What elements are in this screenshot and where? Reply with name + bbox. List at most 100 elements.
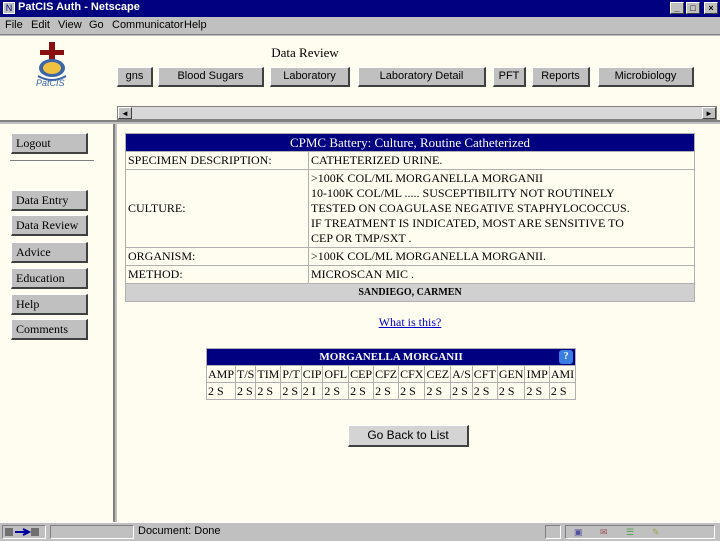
logo-text: PatCIS: [36, 78, 65, 88]
result-cell: 2 S: [425, 383, 451, 399]
result-cell: 2 S: [323, 383, 349, 399]
culture-line: 10-100K COL/ML ..... SUSCEPTIBILITY NOT …: [311, 186, 615, 200]
table-row: METHOD: MICROSCAN MIC .: [126, 266, 694, 283]
what-is-this-link[interactable]: What is this?: [125, 315, 695, 330]
sidebar-item-help[interactable]: Help: [11, 294, 88, 315]
tab-laboratory-detail[interactable]: Laboratory Detail: [358, 67, 486, 87]
row-label: CULTURE:: [126, 170, 308, 247]
menu-bar: File Edit View Go Communicator Help: [0, 17, 720, 35]
menu-help[interactable]: Help: [184, 19, 207, 31]
culture-line: >100K COL/ML MORGANELLA MORGANII: [311, 171, 543, 185]
antibiotic-cell: P/T: [281, 366, 301, 382]
result-cell: 2 S: [549, 383, 576, 399]
culture-result-table: CPMC Battery: Culture, Routine Catheteri…: [125, 133, 695, 302]
navigator-icon[interactable]: ▣: [574, 527, 583, 538]
sidebar-divider: [10, 160, 94, 163]
table-row: ORGANISM: >100K COL/ML MORGANELLA MORGAN…: [126, 248, 694, 265]
close-button[interactable]: ×: [704, 2, 718, 14]
susceptibility-table: MORGANELLA MORGANII ? AMP T/S TIM P/T CIP OFL…: [206, 348, 577, 400]
result-cell: 2 S: [349, 383, 374, 399]
composer-icon[interactable]: ✎: [652, 527, 660, 538]
tab-reports[interactable]: Reports: [532, 67, 590, 87]
sidebar-item-advice[interactable]: Advice: [11, 242, 88, 263]
menu-edit[interactable]: Edit: [31, 19, 50, 31]
antibiotic-cell: CFZ: [374, 366, 399, 382]
antibiotic-cell: CIP: [301, 366, 323, 382]
antibiotic-cell: CFX: [399, 366, 425, 382]
tab-signs[interactable]: gns: [117, 67, 153, 87]
tab-laboratory[interactable]: Laboratory: [270, 67, 350, 87]
menu-view[interactable]: View: [58, 19, 82, 31]
netscape-app-icon[interactable]: N: [3, 2, 15, 14]
tab-blood-sugars[interactable]: Blood Sugars: [158, 67, 264, 87]
tab-scrollbar[interactable]: ◄ ►: [117, 106, 717, 120]
sidebar-item-comments[interactable]: Comments: [11, 319, 88, 340]
result-cell: 2 S: [374, 383, 399, 399]
result-cell: 2 I: [301, 383, 323, 399]
result-cell: 2 S: [472, 383, 497, 399]
status-text: Document: Done: [138, 525, 221, 537]
minimize-button[interactable]: _: [670, 2, 684, 14]
scroll-right-icon[interactable]: ►: [702, 107, 716, 119]
tab-microbiology[interactable]: Microbiology: [598, 67, 694, 87]
go-back-to-list-button[interactable]: Go Back to List: [348, 425, 469, 447]
row-label: METHOD:: [126, 266, 308, 283]
scroll-left-icon[interactable]: ◄: [118, 107, 132, 119]
antibiotic-cell: A/S: [451, 366, 472, 382]
result-cell: 2 S: [281, 383, 301, 399]
culture-line: CEP OR TMP/SXT .: [311, 231, 412, 245]
info-icon[interactable]: ?: [559, 350, 574, 364]
antibiotic-cell: T/S: [236, 366, 256, 382]
result-cell: 2 S: [525, 383, 549, 399]
mail-icon[interactable]: ✉: [600, 527, 608, 538]
result-cell: 2 S: [497, 383, 525, 399]
row-label: SPECIMEN DESCRIPTION:: [126, 152, 308, 169]
menu-go[interactable]: Go: [89, 19, 104, 31]
antibiotic-cell: CEP: [349, 366, 374, 382]
connection-icon: [2, 525, 46, 539]
result-cell: 2 S: [236, 383, 256, 399]
table-row: CULTURE: >100K COL/ML MORGANELLA MORGANI…: [126, 170, 694, 247]
result-cell: 2 S: [207, 383, 236, 399]
component-bar: ▣ ✉ ☰ ✎: [565, 525, 715, 539]
row-label: ORGANISM:: [126, 248, 308, 265]
sidebar-item-data-entry[interactable]: Data Entry: [11, 190, 88, 211]
maximize-button[interactable]: □: [686, 2, 700, 14]
discussion-icon[interactable]: ☰: [626, 527, 634, 538]
page-title: Data Review: [271, 45, 339, 60]
antibiotic-cell: GEN: [497, 366, 525, 382]
what-is-this-link-text[interactable]: What is this?: [379, 315, 442, 329]
sidebar-item-education[interactable]: Education: [11, 268, 88, 289]
security-lock-icon[interactable]: [545, 525, 561, 539]
antibiotic-cell: CEZ: [425, 366, 451, 382]
culture-line: TESTED ON COAGULASE NEGATIVE STAPHYLOCOC…: [311, 201, 630, 215]
row-value: MICROSCAN MIC .: [309, 266, 694, 283]
table-row: SPECIMEN DESCRIPTION: CATHETERIZED URINE…: [126, 152, 694, 169]
culture-table-title: CPMC Battery: Culture, Routine Catheteri…: [126, 134, 694, 151]
result-cell: 2 S: [451, 383, 472, 399]
tab-pft[interactable]: PFT: [493, 67, 526, 87]
row-value: CATHETERIZED URINE.: [309, 152, 694, 169]
culture-value: >100K COL/ML MORGANELLA MORGANII 10-100K…: [309, 170, 694, 247]
antibiotic-cell: OFL: [323, 366, 349, 382]
organism-name: MORGANELLA MORGANII: [319, 351, 463, 363]
row-value: >100K COL/ML MORGANELLA MORGANII.: [309, 248, 694, 265]
antibiotic-header-row: AMP T/S TIM P/T CIP OFL CEP CFZ CFX CEZ A/S CFT GEN I…: [207, 366, 576, 382]
antibiotic-cell: IMP: [525, 366, 549, 382]
menu-file[interactable]: File: [5, 19, 23, 31]
logout-button[interactable]: Logout: [11, 133, 88, 154]
window-title-bar: N PatCIS Auth - Netscape _ □ ×: [0, 0, 720, 17]
antibiotic-cell: TIM: [256, 366, 281, 382]
sidebar-item-data-review[interactable]: Data Review: [11, 215, 88, 236]
result-row: 2 S2 S2 S2 S2 I2 S2 S2 S2 S2 S2 S2 S2 S2…: [207, 383, 576, 399]
result-cell: 2 S: [399, 383, 425, 399]
antibiotic-cell: AMI: [549, 366, 576, 382]
antibiotic-cell: AMP: [207, 366, 236, 382]
progress-indicator: [50, 525, 134, 539]
antibiotic-cell: CFT: [472, 366, 497, 382]
status-bar: Document: Done ▣ ✉ ☰ ✎: [0, 522, 720, 540]
menu-communicator[interactable]: Communicator: [112, 19, 184, 31]
culture-line: IF TREATMENT IS INDICATED, MOST ARE SENS…: [311, 216, 624, 230]
organism-header: MORGANELLA MORGANII ?: [207, 349, 576, 365]
result-cell: 2 S: [256, 383, 281, 399]
